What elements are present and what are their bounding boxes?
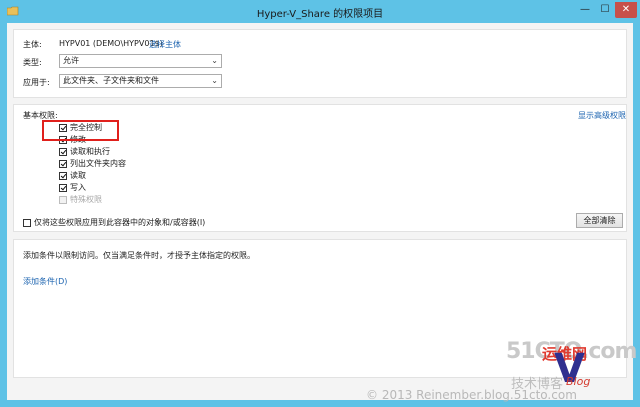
window-title: Hyper-V_Share 的权限项目 [256, 9, 384, 20]
minimize-button[interactable]: — [575, 2, 595, 18]
type-select-value: 允许 [63, 56, 79, 65]
perm-label: 列出文件夹内容 [70, 159, 126, 168]
perm-checkbox[interactable] [59, 159, 67, 168]
title-bar[interactable]: Hyper-V_Share 的权限项目 — ☐ ✕ [1, 1, 639, 23]
perm-list-folder[interactable]: 列出文件夹内容 [59, 158, 126, 169]
perm-checkbox[interactable] [59, 183, 67, 192]
apply-only-container-option[interactable]: 仅将这些权限应用到此容器中的对象和/或容器(I) [23, 217, 205, 228]
perm-label: 写入 [70, 183, 86, 192]
perm-label: 读取和执行 [70, 147, 110, 156]
perm-write[interactable]: 写入 [59, 182, 86, 193]
add-condition-link[interactable]: 添加条件(D) [23, 276, 67, 287]
perm-checkbox[interactable] [59, 147, 67, 156]
watermark-blog-text: Blog [566, 375, 591, 388]
chevron-down-icon: ⌄ [211, 56, 218, 65]
show-advanced-permissions-link[interactable]: 显示高级权限 [578, 110, 626, 121]
applies-to-select[interactable]: 此文件夹、子文件夹和文件 ⌄ [59, 74, 222, 88]
perm-checkbox-disabled [59, 195, 67, 204]
perm-read-execute[interactable]: 读取和执行 [59, 146, 110, 157]
conditions-description: 添加条件以限制访问。仅当满足条件时，才授予主体指定的权限。 [23, 251, 255, 260]
annotation-highlight-box [42, 120, 119, 141]
clear-all-button[interactable]: 全部清除 [576, 213, 623, 228]
close-button[interactable]: ✕ [615, 2, 637, 18]
perm-read[interactable]: 读取 [59, 170, 86, 181]
principal-label: 主体: [23, 40, 42, 49]
principal-value: HYPV01 (DEMO\HYPV01$) [59, 39, 163, 48]
chevron-down-icon: ⌄ [211, 76, 218, 85]
applies-to-label: 应用于: [23, 78, 50, 87]
apply-only-checkbox[interactable] [23, 218, 31, 227]
apply-only-label: 仅将这些权限应用到此容器中的对象和/或容器(I) [34, 218, 206, 227]
select-principal-link[interactable]: 选择主体 [149, 39, 181, 50]
perm-special: 特殊权限 [59, 194, 102, 205]
perm-label: 特殊权限 [70, 195, 102, 204]
applies-to-select-value: 此文件夹、子文件夹和文件 [63, 76, 159, 85]
perm-label: 读取 [70, 171, 86, 180]
maximize-button[interactable]: ☐ [595, 2, 615, 18]
principal-panel: 主体: HYPV01 (DEMO\HYPV01$) 选择主体 类型: 允许 ⌄ … [13, 29, 627, 98]
type-select[interactable]: 允许 ⌄ [59, 54, 222, 68]
perm-checkbox[interactable] [59, 171, 67, 180]
permission-entry-window: Hyper-V_Share 的权限项目 — ☐ ✕ 主体: HYPV01 (DE… [0, 0, 640, 407]
type-label: 类型: [23, 58, 42, 67]
watermark-copyright: © 2013 Reinember.blog.51cto.com [366, 388, 577, 402]
